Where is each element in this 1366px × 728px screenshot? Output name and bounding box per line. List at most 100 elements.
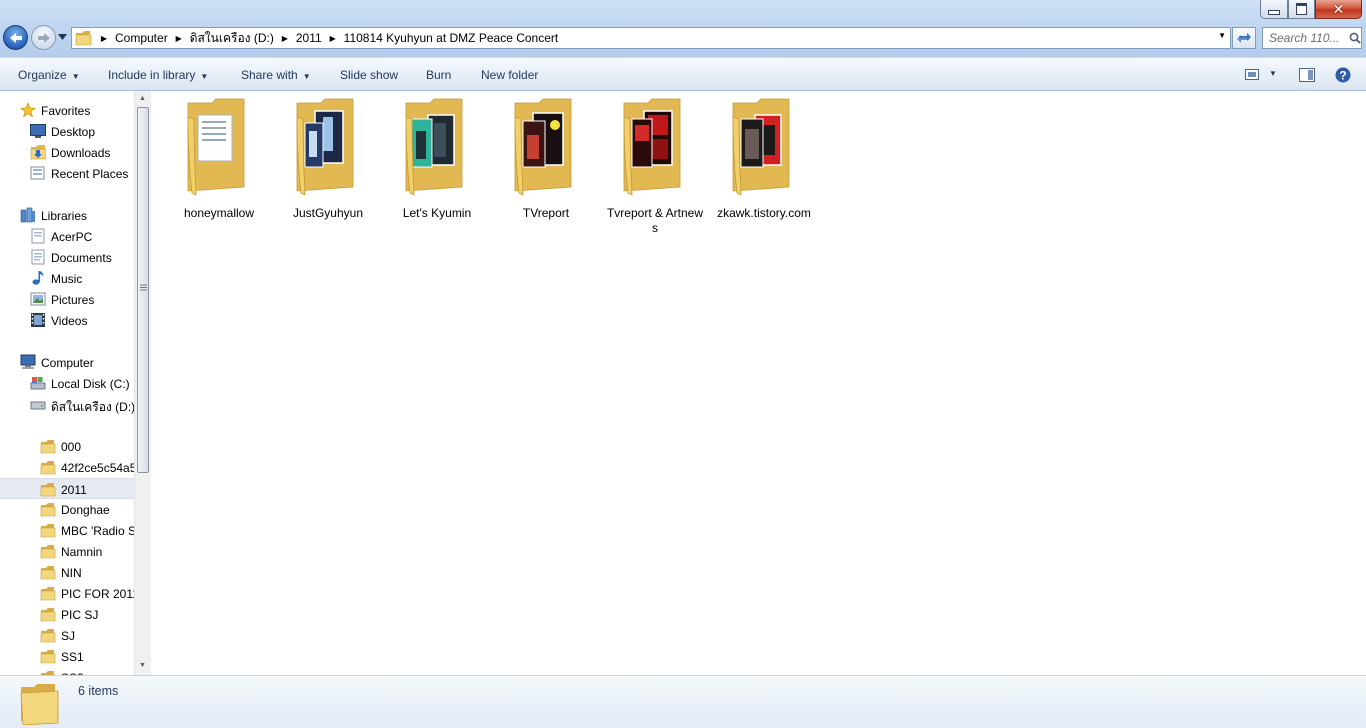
nav-desktop-label: Desktop: [51, 125, 96, 139]
file-list: honeymallow JustGyuhyun Let's Kyumin TVrepo…: [151, 91, 1366, 675]
chevron-down-icon: ▼: [71, 72, 80, 81]
breadcrumb-current-folder[interactable]: 110814 Kyuhyun at DMZ Peace Concert: [340, 31, 563, 45]
documents-icon: [31, 249, 45, 265]
slide-show-button[interactable]: Slide show: [340, 68, 398, 82]
nav-desktop[interactable]: Desktop: [0, 121, 134, 142]
minimize-button[interactable]: [1260, 0, 1288, 19]
search-input[interactable]: [1269, 31, 1349, 45]
folder-icon: [20, 684, 59, 725]
chevron-right-icon[interactable]: ▶: [97, 34, 111, 43]
folder-item[interactable]: TVreport: [496, 97, 596, 221]
nav-folder-label: Donghae: [61, 503, 110, 517]
details-pane: 6 items: [0, 675, 1366, 728]
chevron-right-icon[interactable]: ▶: [278, 34, 292, 43]
burn-button[interactable]: Burn: [426, 68, 451, 82]
nav-pictures[interactable]: Pictures: [0, 289, 134, 310]
scroll-up-icon[interactable]: ▲: [139, 95, 146, 102]
nav-scrollbar[interactable]: ▲ ▼: [134, 91, 151, 675]
drive-icon: [30, 401, 46, 410]
view-icon: [1245, 69, 1259, 80]
nav-favorites[interactable]: Favorites: [0, 100, 134, 121]
refresh-icon: [1237, 33, 1251, 43]
nav-recent-places[interactable]: Recent Places: [0, 163, 134, 184]
nav-acerpc[interactable]: AcerPC: [0, 226, 134, 247]
nav-local-disk-c[interactable]: Local Disk (C:): [0, 373, 134, 394]
system-drive-icon: [30, 377, 46, 390]
command-bar: Organize ▼ Include in library ▼ Share with…: [0, 58, 1366, 91]
forward-button[interactable]: [31, 25, 56, 50]
nav-folder-item[interactable]: MBC 'Radio S: [0, 520, 134, 541]
breadcrumb-computer[interactable]: Computer: [111, 31, 172, 45]
breadcrumb-drive-d[interactable]: ดิสในเครือง (D:): [186, 29, 278, 48]
nav-documents[interactable]: Documents: [0, 247, 134, 268]
search-icon[interactable]: [1349, 32, 1361, 44]
back-button[interactable]: [3, 25, 28, 50]
nav-pictures-label: Pictures: [51, 293, 95, 307]
title-bar: ✕ ▶ Computer ▶ ดิสในเครือง (D:) ▶ 2011 ▶…: [0, 0, 1366, 57]
item-count: 6 items: [78, 684, 119, 698]
restore-button[interactable]: [1288, 0, 1315, 19]
chevron-right-icon[interactable]: ▶: [326, 34, 340, 43]
new-folder-button[interactable]: New folder: [481, 68, 538, 82]
nav-folder-item[interactable]: SJ: [0, 625, 134, 646]
nav-downloads[interactable]: Downloads: [0, 142, 134, 163]
nav-folder-item[interactable]: Namnin: [0, 541, 134, 562]
folder-item[interactable]: zkawk.tistory.com: [714, 97, 814, 221]
change-view-button[interactable]: [1245, 69, 1259, 83]
organize-button[interactable]: Organize ▼: [18, 68, 80, 82]
nav-folder-item[interactable]: PIC SJ: [0, 604, 134, 625]
folder-icon: [40, 461, 56, 475]
folder-thumbnail-icon: [187, 98, 245, 196]
nav-videos-label: Videos: [51, 314, 88, 328]
nav-folder-label: SJ: [61, 629, 76, 643]
nav-folder-item[interactable]: NIN: [0, 562, 134, 583]
nav-folder-label: NIN: [61, 566, 82, 580]
nav-folder-item[interactable]: 2011: [0, 478, 134, 499]
view-options-dropdown-icon[interactable]: ▼: [1269, 69, 1277, 78]
address-dropdown-icon[interactable]: ▼: [1218, 31, 1226, 40]
breadcrumb-2011[interactable]: 2011: [292, 31, 326, 45]
nav-favorites-label: Favorites: [41, 104, 91, 118]
recent-pages-dropdown-icon[interactable]: [58, 33, 67, 41]
search-box[interactable]: [1262, 27, 1362, 49]
nav-computer-label: Computer: [41, 356, 94, 370]
nav-music[interactable]: Music: [0, 268, 134, 289]
refresh-button[interactable]: [1232, 27, 1256, 49]
nav-folder-label: PIC FOR 2011: [61, 587, 134, 601]
nav-folder-item[interactable]: 42f2ce5c54a5c: [0, 457, 134, 478]
nav-computer[interactable]: Computer: [0, 352, 134, 373]
include-in-library-button[interactable]: Include in library ▼: [108, 68, 208, 82]
folder-icon: [40, 608, 56, 622]
preview-pane-button[interactable]: [1299, 68, 1315, 85]
nav-libraries-label: Libraries: [41, 209, 88, 223]
folder-name: Let's Kyumin: [402, 206, 472, 220]
nav-scroll-thumb[interactable]: [137, 107, 149, 473]
nav-folder-item[interactable]: SS2: [0, 667, 134, 675]
nav-folder-label: PIC SJ: [61, 608, 99, 622]
chevron-right-icon[interactable]: ▶: [172, 34, 186, 43]
nav-videos[interactable]: Videos: [0, 310, 134, 331]
downloads-folder-icon: [30, 145, 46, 160]
nav-libraries[interactable]: Libraries: [0, 205, 134, 226]
nav-folder-item[interactable]: SS1: [0, 646, 134, 667]
help-button[interactable]: ?: [1335, 67, 1351, 86]
address-bar[interactable]: ▶ Computer ▶ ดิสในเครือง (D:) ▶ 2011 ▶ 1…: [71, 27, 1231, 49]
folder-thumbnail-icon: [514, 98, 572, 196]
svg-text:?: ?: [1339, 69, 1346, 83]
desktop-icon: [30, 124, 46, 138]
nav-folder-item[interactable]: 000: [0, 436, 134, 457]
library-folder-icon: [31, 228, 45, 244]
nav-folder-item[interactable]: PIC FOR 2011: [0, 583, 134, 604]
nav-drive-d[interactable]: ดิสในเครือง (D:): [0, 394, 134, 415]
folder-item[interactable]: Let's Kyumin: [387, 97, 487, 221]
nav-downloads-label: Downloads: [51, 146, 111, 160]
folder-item[interactable]: JustGyuhyun: [278, 97, 378, 221]
nav-folder-item[interactable]: Donghae: [0, 499, 134, 520]
folder-item[interactable]: honeymallow: [169, 97, 269, 221]
close-button[interactable]: ✕: [1315, 0, 1362, 19]
share-with-button[interactable]: Share with ▼: [241, 68, 311, 82]
nav-local-disk-c-label: Local Disk (C:): [51, 377, 130, 391]
scroll-down-icon[interactable]: ▼: [139, 662, 146, 669]
nav-folder-label: 2011: [61, 483, 87, 497]
folder-item[interactable]: Tvreport & Artnews: [605, 97, 705, 236]
